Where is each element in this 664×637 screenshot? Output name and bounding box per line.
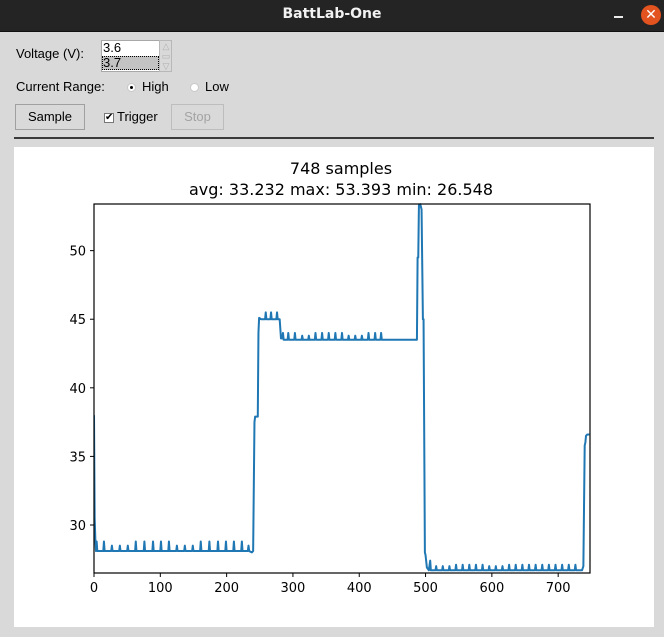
range-low-label[interactable]: Low	[205, 79, 229, 94]
x-tick-label: 100	[148, 581, 173, 596]
sample-button[interactable]: Sample	[15, 104, 85, 130]
plot-canvas: 748 samples avg: 33.232 max: 53.393 min:…	[14, 147, 654, 627]
x-tick-label: 500	[413, 581, 438, 596]
range-high-label[interactable]: High	[142, 79, 169, 94]
voltage-option[interactable]: 3.6	[102, 41, 159, 55]
voltage-option-selected[interactable]: 3.7	[102, 56, 159, 70]
y-tick-label: 40	[69, 382, 86, 397]
stop-button[interactable]: Stop	[171, 104, 224, 130]
voltage-list[interactable]: 3.6 3.7	[101, 40, 160, 72]
app-client-area: Voltage (V): 3.6 3.7 △ ▭ ▽ Current Range…	[0, 32, 664, 637]
chart-title: 748 samples	[290, 159, 392, 178]
x-tick-label: 700	[546, 581, 571, 596]
y-tick-label: 30	[69, 519, 86, 534]
current-chart: 748 samples avg: 33.232 max: 53.393 min:…	[69, 159, 591, 596]
voltage-listbox[interactable]: 3.6 3.7 △ ▭ ▽	[101, 40, 172, 72]
scroll-down-icon[interactable]: ▽	[161, 61, 171, 71]
range-high-radio[interactable]	[127, 83, 136, 92]
scroll-up-icon[interactable]: △	[161, 41, 171, 51]
x-tick-label: 0	[90, 581, 98, 596]
trigger-label[interactable]: Trigger	[117, 109, 158, 124]
x-tick-label: 300	[281, 581, 306, 596]
x-tick-label: 400	[347, 581, 372, 596]
current-range-label: Current Range:	[16, 79, 105, 94]
series-line-current	[94, 203, 590, 572]
scroll-thumb[interactable]: ▭	[161, 52, 171, 61]
close-icon[interactable]: ✕	[641, 5, 661, 25]
window-title: BattLab-One	[282, 6, 382, 22]
voltage-scrollbar[interactable]: △ ▭ ▽	[159, 40, 172, 72]
window-titlebar: BattLab-One ✕	[0, 0, 664, 32]
voltage-label: Voltage (V):	[16, 46, 84, 61]
separator	[14, 137, 654, 139]
plot-frame	[93, 203, 591, 574]
x-tick-label: 200	[214, 581, 239, 596]
minimize-icon[interactable]	[610, 6, 628, 24]
x-tick-label: 600	[479, 581, 504, 596]
y-tick-label: 45	[69, 313, 86, 328]
y-tick-label: 50	[69, 245, 86, 260]
range-low-radio[interactable]	[190, 83, 199, 92]
chart-subtitle: avg: 33.232 max: 53.393 min: 26.548	[189, 180, 493, 199]
trigger-checkbox[interactable]: ✔	[104, 113, 114, 123]
y-tick-label: 35	[69, 450, 86, 465]
